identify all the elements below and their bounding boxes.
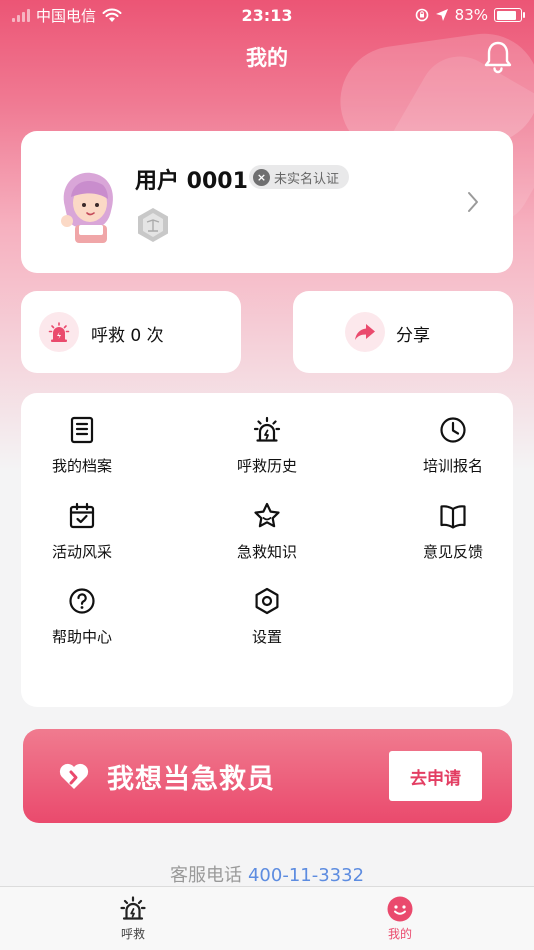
verification-badge[interactable]: × 未实名认证 xyxy=(249,165,350,189)
menu-item-settings[interactable]: 设置 xyxy=(207,586,327,647)
tab-call[interactable]: 呼救 xyxy=(93,895,173,942)
clock-icon xyxy=(440,417,466,443)
battery-percent: 83% xyxy=(454,6,488,24)
apply-responder-banner[interactable]: 我想当急救员 去申请 xyxy=(23,729,512,823)
menu-item-help-center[interactable]: 帮助中心 xyxy=(22,586,142,647)
menu-item-label: 呼救历史 xyxy=(236,457,297,475)
menu-item-label: 我的档案 xyxy=(51,457,112,475)
menu-item-label: 急救知识 xyxy=(236,543,297,561)
tab-label: 我的 xyxy=(387,927,412,941)
hotline-number[interactable]: 400-11-3332 xyxy=(248,865,364,886)
rotation-lock-icon xyxy=(415,8,428,22)
document-icon xyxy=(70,416,94,444)
question-icon xyxy=(69,588,95,614)
alarm-icon xyxy=(253,416,281,442)
signal-icon xyxy=(12,8,30,22)
menu-item-training-signup[interactable]: 培训报名 xyxy=(393,415,513,476)
share-icon-wrap xyxy=(345,312,385,352)
apply-title: 我想当急救员 xyxy=(107,764,275,795)
star-icon xyxy=(254,502,280,528)
menu-item-label: 培训报名 xyxy=(422,457,483,475)
heart-icon xyxy=(59,763,89,789)
menu-item-first-aid-knowledge[interactable]: 急救知识 xyxy=(207,501,327,562)
service-hotline: 客服电话 400-11-3332 xyxy=(0,861,534,887)
hotline-label: 客服电话 xyxy=(169,865,242,886)
apply-button[interactable]: 去申请 xyxy=(389,751,482,801)
tab-mine[interactable]: 我的 xyxy=(360,895,440,942)
alarm-icon xyxy=(48,322,70,342)
menu-item-label: 设置 xyxy=(251,628,282,646)
menu-item-call-history[interactable]: 呼救历史 xyxy=(207,415,327,476)
status-bar: 中国电信 23:13 83% xyxy=(0,0,534,30)
chevron-right-icon[interactable] xyxy=(465,189,481,215)
page-title: 我的 xyxy=(246,46,288,70)
menu-item-label: 意见反馈 xyxy=(422,543,483,561)
tab-label: 呼救 xyxy=(120,927,145,941)
close-icon: × xyxy=(253,168,270,186)
menu-item-label: 帮助中心 xyxy=(51,628,112,646)
profile-card[interactable]: 用户 0001 × 未实名认证 xyxy=(21,131,513,273)
call-count-label: 呼救 0 次 xyxy=(91,326,164,346)
settings-icon xyxy=(255,587,279,615)
verification-label: 未实名认证 xyxy=(274,171,340,187)
share-label: 分享 xyxy=(396,326,430,346)
share-card[interactable]: 分享 xyxy=(293,291,513,373)
share-icon xyxy=(355,324,375,340)
bell-icon[interactable] xyxy=(482,40,514,74)
call-count-card[interactable]: 呼救 0 次 xyxy=(21,291,241,373)
alarm-icon-wrap xyxy=(39,312,79,352)
medal-icon[interactable] xyxy=(135,207,171,243)
location-icon xyxy=(435,9,448,21)
smile-icon xyxy=(387,896,413,922)
alarm-icon xyxy=(120,896,146,920)
menu-item-label: 活动风采 xyxy=(51,543,112,561)
username: 用户 0001 xyxy=(135,169,248,194)
avatar[interactable] xyxy=(53,165,125,245)
calendar-check-icon xyxy=(69,502,95,529)
wifi-icon xyxy=(102,8,122,22)
carrier-name: 中国电信 xyxy=(36,6,97,25)
menu-grid: 我的档案 呼救历史 培训报名 活动风采 急救知识 意见反馈 帮助中心 设置 xyxy=(21,393,513,707)
battery-icon xyxy=(494,8,525,22)
book-icon xyxy=(440,505,466,529)
tab-bar: 呼救 我的 xyxy=(0,886,534,950)
menu-item-profile-archive[interactable]: 我的档案 xyxy=(22,415,142,476)
menu-item-feedback[interactable]: 意见反馈 xyxy=(393,501,513,562)
menu-item-activities[interactable]: 活动风采 xyxy=(22,501,142,562)
